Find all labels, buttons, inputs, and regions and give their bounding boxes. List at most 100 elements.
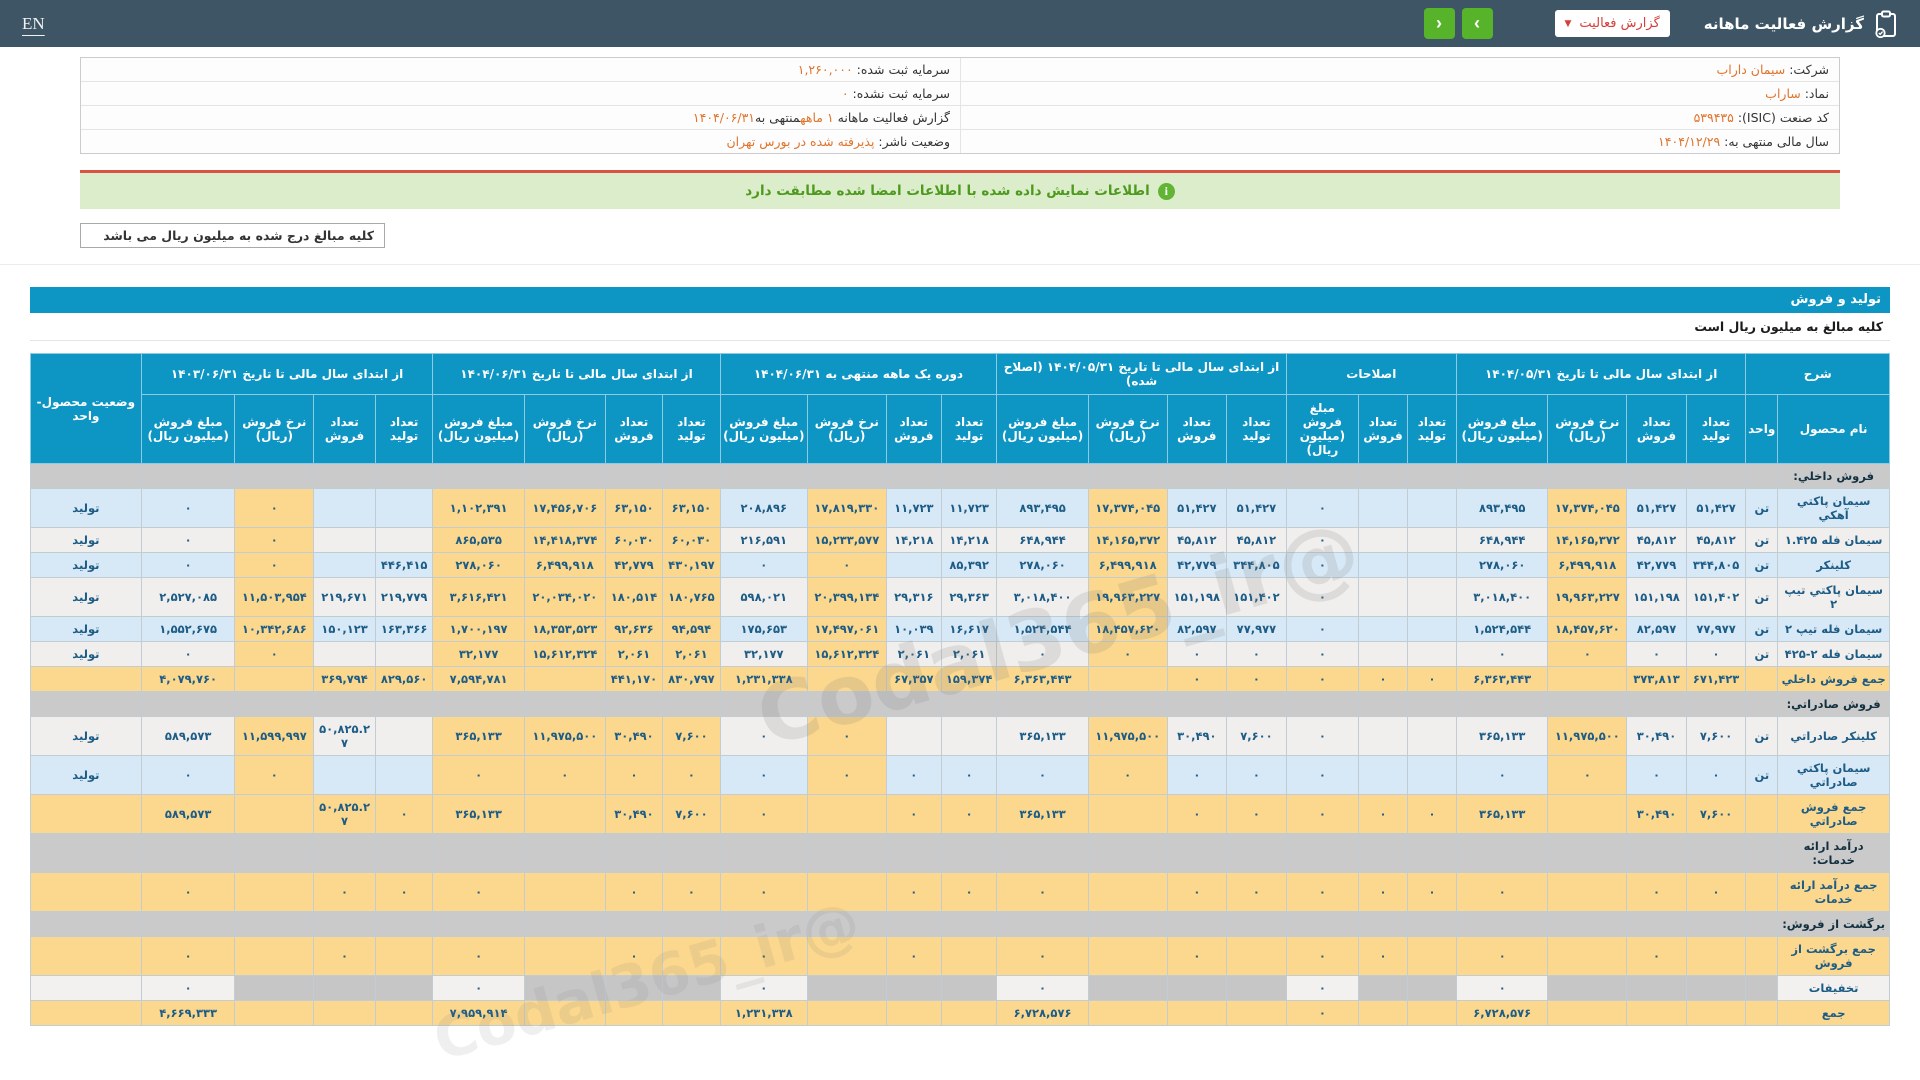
value-cell: ۲,۰۶۱ — [662, 641, 721, 667]
value-cell: ۰ — [1226, 872, 1287, 912]
value-cell: ۶,۳۶۳,۴۴۳ — [1455, 666, 1549, 692]
previous-report-button[interactable]: ‹ — [1423, 8, 1455, 39]
value-cell: ۱۵۱,۴۰۲ — [1226, 577, 1287, 617]
value-cell — [1166, 691, 1228, 717]
value-cell: ۲,۰۶۱ — [604, 641, 664, 667]
value-cell: ۱۸,۴۵۷,۶۲۰ — [1087, 616, 1168, 642]
unit-cell: تن — [1745, 527, 1779, 553]
column-header: مبلغ فروش (میلیون ریال) — [719, 394, 808, 464]
value-cell: ۱,۱۰۲,۳۹۱ — [432, 488, 525, 528]
value-cell: ۰ — [140, 488, 236, 528]
value-cell — [662, 1000, 721, 1026]
value-cell: ۰ — [1455, 936, 1549, 976]
unit-cell: تن — [1745, 577, 1779, 617]
value-cell — [1358, 911, 1408, 937]
status-cell — [30, 872, 142, 912]
value-cell: ۰ — [996, 975, 1089, 1001]
value-cell: ۰ — [1166, 872, 1228, 912]
value-cell: ۶۴۸,۹۴۴ — [1455, 527, 1549, 553]
value-cell — [1407, 552, 1457, 578]
value-cell — [1358, 716, 1408, 756]
value-cell — [806, 794, 887, 834]
value-cell: ۷,۵۹۴,۷۸۱ — [432, 666, 525, 692]
value-cell — [1358, 616, 1408, 642]
value-cell: ۰ — [1358, 666, 1408, 692]
value-cell: ۰ — [374, 872, 434, 912]
value-cell — [374, 488, 434, 528]
value-cell — [1166, 1000, 1228, 1026]
value-cell: ۰ — [662, 755, 721, 795]
column-header: مبلغ فروش (میلیون ریال) — [996, 394, 1089, 464]
value-cell: ۰ — [313, 936, 376, 976]
value-cell — [1358, 691, 1408, 717]
value-cell: ۳۴۴,۸۰۵ — [1226, 552, 1287, 578]
total-row: جمع برگشت از فروش ۰ ۰ ۰ ۰ ۰ ۰ ۰ ۰ ۰ ۰ ۰ ۰ — [30, 936, 1890, 976]
value-cell — [806, 833, 887, 873]
value-cell: ۱۰,۳۴۲,۶۸۶ — [234, 616, 315, 642]
unit-cell — [1745, 833, 1779, 873]
value-cell: ۰ — [719, 936, 808, 976]
table-unit-note: کلیه مبالغ به میلیون ریال است — [30, 313, 1890, 341]
info-cell: سرمایه ثبت شده: ۱,۲۶۰,۰۰۰ — [81, 58, 960, 81]
value-cell — [1455, 833, 1549, 873]
value-cell: ۰ — [1166, 666, 1228, 692]
value-cell — [662, 975, 721, 1001]
value-cell: ۴۴۶,۴۱۵ — [374, 552, 434, 578]
report-type-dropdown[interactable]: گزارش فعالیت ▼ — [1554, 10, 1670, 37]
section-row: فروش داخلي: — [30, 463, 1890, 489]
value-cell: ۰ — [1285, 872, 1360, 912]
value-cell — [719, 833, 808, 873]
info-cell: سرمایه ثبت نشده: ۰ — [81, 82, 960, 105]
unit-cell: تن — [1745, 716, 1779, 756]
product-name-cell: فروش صادراتي: — [1777, 691, 1890, 717]
value-cell: ۱۴,۱۶۵,۳۷۲ — [1087, 527, 1168, 553]
value-cell — [1358, 552, 1408, 578]
amounts-unit-box: کلیه مبالغ درج شده به میلیون ریال می باش… — [80, 223, 385, 248]
column-header: مبلغ فروش (میلیون ریال) — [1455, 394, 1549, 464]
value-cell — [1685, 1000, 1747, 1026]
value-cell: ۱۹,۹۶۳,۲۲۷ — [1547, 577, 1628, 617]
value-cell — [885, 463, 942, 489]
value-cell — [1547, 691, 1628, 717]
value-cell: ۱۸,۴۵۷,۶۲۰ — [1547, 616, 1628, 642]
product-name-cell: سیمان پاکتي آهکي — [1777, 488, 1890, 528]
section-divider — [0, 264, 1920, 265]
value-cell: ۵۱,۴۲۷ — [1226, 488, 1287, 528]
value-cell — [1407, 911, 1457, 937]
value-cell: ۱۷۵,۶۵۳ — [719, 616, 808, 642]
value-cell: ۳,۰۱۸,۴۰۰ — [996, 577, 1089, 617]
status-cell — [30, 1000, 142, 1026]
value-cell: ۰ — [523, 755, 606, 795]
value-cell — [885, 691, 942, 717]
product-name-cell: جمع برگشت از فروش — [1777, 936, 1890, 976]
column-group-header: از ابتدای سال مالی تا تاریخ ۱۴۰۴/۰۵/۳۱ — [1455, 353, 1747, 395]
product-name-cell: سیمان پاکتي صادراتي — [1777, 755, 1890, 795]
value-cell: ۰ — [1166, 936, 1228, 976]
value-cell — [940, 716, 998, 756]
value-cell — [1547, 911, 1628, 937]
value-cell — [313, 488, 376, 528]
value-cell: ۱۷,۸۱۹,۳۳۰ — [806, 488, 887, 528]
value-cell — [313, 755, 376, 795]
value-cell: ۰ — [940, 794, 998, 834]
value-cell: ۰ — [885, 794, 942, 834]
language-switch-link[interactable]: EN — [22, 14, 45, 34]
value-cell: ۰ — [140, 975, 236, 1001]
value-cell — [1407, 716, 1457, 756]
value-cell: ۰ — [1407, 666, 1457, 692]
info-value: ۱ ماهه — [800, 110, 834, 125]
value-cell — [374, 911, 434, 937]
column-header: تعداد تولید — [1685, 394, 1747, 464]
value-cell: ۳,۶۱۶,۴۲۱ — [432, 577, 525, 617]
value-cell: ۱۵,۶۱۲,۳۲۴ — [523, 641, 606, 667]
value-cell: ۳,۰۱۸,۴۰۰ — [1455, 577, 1549, 617]
value-cell: ۰ — [996, 755, 1089, 795]
value-cell — [1685, 936, 1747, 976]
value-cell: ۰ — [140, 755, 236, 795]
value-cell: ۸۲,۵۹۷ — [1626, 616, 1687, 642]
value-cell — [432, 691, 525, 717]
value-cell: ۰ — [234, 552, 315, 578]
value-cell: ۱۸۰,۵۱۴ — [604, 577, 664, 617]
next-report-button[interactable]: › — [1461, 8, 1493, 39]
value-cell — [1358, 975, 1408, 1001]
